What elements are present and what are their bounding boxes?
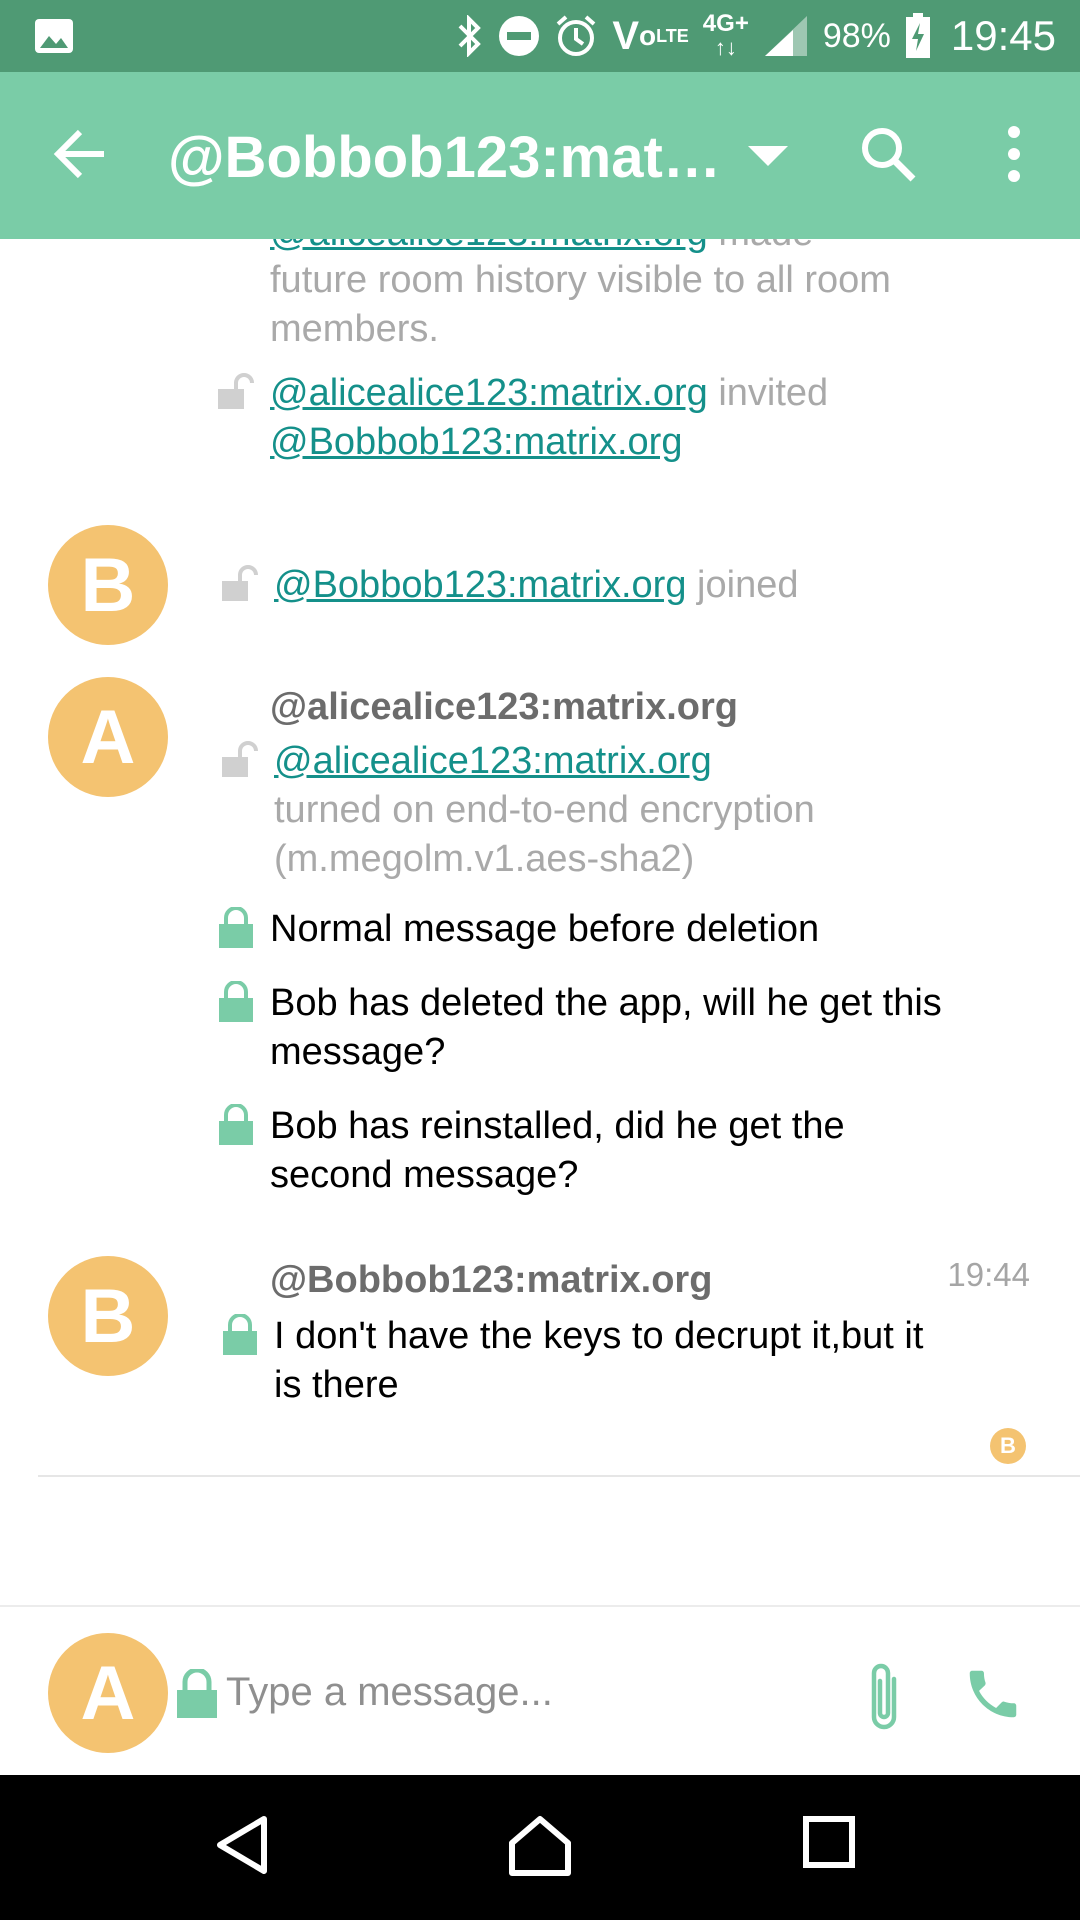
phone-icon[interactable] xyxy=(962,1663,1024,1730)
back-triangle-icon[interactable] xyxy=(214,1815,270,1880)
message-body: Bob has deleted the app, will he get thi… xyxy=(270,982,942,1024)
message-composer: A xyxy=(0,1605,1080,1777)
do-not-disturb-icon xyxy=(498,15,540,57)
more-vert-icon[interactable] xyxy=(1000,124,1028,189)
avatar[interactable]: A xyxy=(48,1633,168,1753)
user-link[interactable]: @alicealice123:matrix.org xyxy=(270,372,708,414)
unlocked-icon xyxy=(220,565,260,608)
read-receipt-avatar[interactable]: B xyxy=(990,1428,1026,1464)
message-body: I don't have the keys to decrupt it,but … xyxy=(274,1315,924,1357)
lock-icon xyxy=(176,1667,218,1724)
user-link[interactable]: @Bobbob123:matrix.org xyxy=(274,564,686,606)
attach-icon[interactable] xyxy=(860,1661,908,1740)
sender-name[interactable]: @alicealice123:matrix.org xyxy=(270,683,738,732)
gallery-icon xyxy=(34,18,74,59)
lock-icon xyxy=(218,1103,254,1151)
message-body: is there xyxy=(274,1364,399,1406)
room-title[interactable]: @Bobbob123:mat… xyxy=(168,124,721,191)
unlocked-icon xyxy=(220,741,260,784)
signal-icon xyxy=(763,14,809,58)
message-body: Normal message before deletion xyxy=(270,908,820,950)
battery-charging-icon xyxy=(905,13,931,59)
avatar[interactable]: B xyxy=(48,525,168,645)
back-arrow-icon[interactable] xyxy=(52,128,108,185)
alarm-icon xyxy=(554,14,598,58)
search-icon[interactable] xyxy=(858,124,918,189)
battery-percentage: 98% xyxy=(822,16,891,55)
lock-icon xyxy=(218,980,254,1028)
navigation-bar xyxy=(0,1775,1080,1920)
event-text: members. xyxy=(270,308,439,350)
event-text: (m.megolm.v1.aes-sha2) xyxy=(274,838,695,880)
dropdown-icon[interactable] xyxy=(746,144,790,173)
lock-icon xyxy=(222,1313,258,1361)
bluetooth-icon xyxy=(456,15,484,57)
status-bar: Vo LTE 4G+ ↑↓ 98% 19:45 xyxy=(0,0,1080,72)
sender-name[interactable]: @Bobbob123:matrix.org xyxy=(270,1256,712,1305)
divider xyxy=(38,1475,1080,1477)
message-body: message? xyxy=(270,1031,446,1073)
message-input[interactable] xyxy=(226,1657,816,1727)
message-body: second message? xyxy=(270,1154,579,1196)
message-timeline[interactable]: @alicealice123:matrix.org made future ro… xyxy=(0,239,1080,1605)
avatar[interactable]: B xyxy=(48,1256,168,1376)
lock-icon xyxy=(218,906,254,954)
recents-icon[interactable] xyxy=(802,1815,856,1874)
message-timestamp: 19:44 xyxy=(947,1256,1030,1293)
user-link[interactable]: @alicealice123:matrix.org xyxy=(270,239,708,254)
event-text: future room history visible to all room xyxy=(270,259,891,301)
volte-icon: Vo LTE xyxy=(612,13,689,58)
home-icon[interactable] xyxy=(508,1815,572,1882)
event-text: turned on end-to-end encryption xyxy=(274,789,815,831)
avatar[interactable]: A xyxy=(48,677,168,797)
user-link[interactable]: @alicealice123:matrix.org xyxy=(274,740,712,782)
message-body: Bob has reinstalled, did he get the xyxy=(270,1105,845,1147)
status-time: 19:45 xyxy=(950,12,1056,59)
app-bar: @Bobbob123:mat… xyxy=(0,72,1080,239)
user-link[interactable]: @Bobbob123:matrix.org xyxy=(270,421,682,463)
unlocked-icon xyxy=(216,373,256,416)
network-4g-icon: 4G+ ↑↓ xyxy=(702,10,749,60)
